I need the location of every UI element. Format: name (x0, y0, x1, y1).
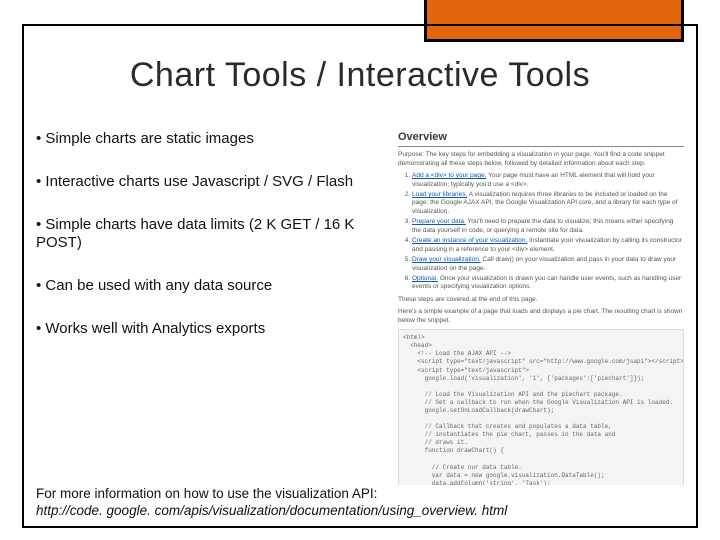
footer-note: For more information on how to use the v… (36, 485, 684, 520)
step-title: Prepare your data. (412, 218, 466, 225)
step-title: Draw your visualization. (412, 256, 481, 263)
bullet-item: • Simple charts are static images (36, 130, 386, 149)
overview-step: Add a <div> to your page. Your page must… (412, 172, 684, 189)
bullet-item: • Works well with Analytics exports (36, 320, 386, 339)
bullet-item: • Interactive charts use Javascript / SV… (36, 173, 386, 192)
bullet-item: • Simple charts have data limits (2 K GE… (36, 216, 386, 254)
overview-heading: Overview (398, 130, 684, 147)
overview-step: Prepare your data. You'll need to prepar… (412, 218, 684, 235)
overview-step: Create an instance of your visualization… (412, 237, 684, 254)
step-title: Optional. (412, 275, 438, 282)
footer-text: For more information on how to use the v… (36, 486, 377, 501)
overview-intro: Purpose: The key steps for embedding a v… (398, 151, 684, 168)
slide-title: Chart Tools / Interactive Tools (0, 56, 720, 95)
overview-step: Load your libraries. A visualization req… (412, 191, 684, 216)
step-title: Load your libraries. (412, 191, 467, 198)
overview-step: Draw your visualization. Call draw() on … (412, 256, 684, 273)
bullet-list: • Simple charts are static images • Inte… (36, 130, 386, 520)
overview-inset: Overview Purpose: The key steps for embe… (398, 130, 684, 520)
step-title: Add a <div> to your page. (412, 172, 486, 179)
overview-steps: Add a <div> to your page. Your page must… (398, 172, 684, 292)
slide: Chart Tools / Interactive Tools • Simple… (0, 0, 720, 540)
content-area: • Simple charts are static images • Inte… (36, 130, 684, 520)
overview-step: Optional. Once your visualization is dra… (412, 275, 684, 292)
overview-example-intro: Here's a simple example of a page that l… (398, 308, 684, 325)
bullet-item: • Can be used with any data source (36, 277, 386, 296)
step-desc: Once your visualization is drawn you can… (412, 275, 681, 290)
footer-url: http://code. google. com/apis/visualizat… (36, 503, 507, 518)
overview-closing: These steps are covered at the end of th… (398, 296, 684, 304)
step-title: Create an instance of your visualization… (412, 237, 527, 244)
